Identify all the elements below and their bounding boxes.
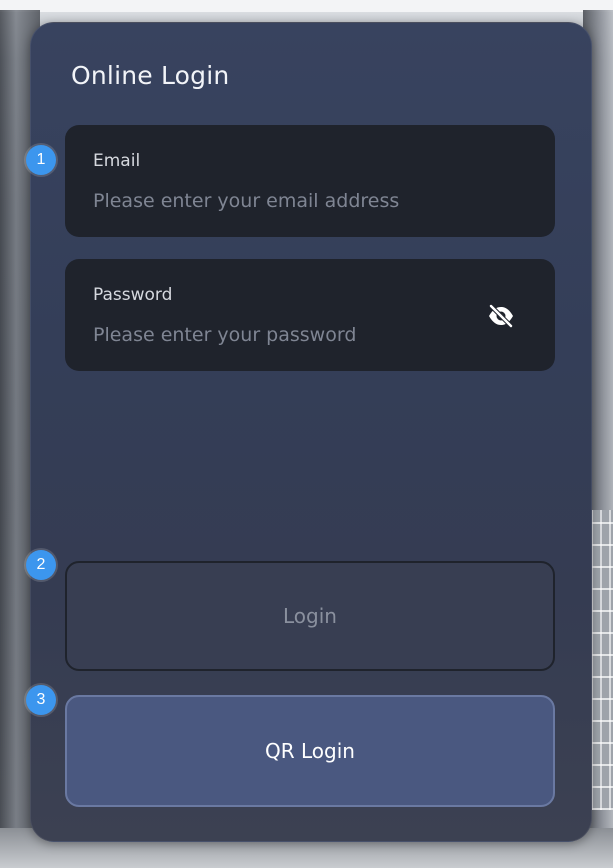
- login-button[interactable]: Login: [65, 561, 555, 671]
- login-panel: Online Login Email Password Login QR: [30, 22, 592, 842]
- email-label: Email: [93, 151, 141, 171]
- password-label: Password: [93, 285, 173, 305]
- qr-login-button-label: QR Login: [265, 739, 355, 763]
- annotation-marker-1: 1: [26, 145, 56, 175]
- eye-slash-icon[interactable]: [487, 303, 515, 329]
- background-ceiling: [0, 0, 613, 12]
- password-input[interactable]: [93, 319, 473, 351]
- background-wire-rack: [591, 510, 613, 810]
- email-field[interactable]: Email: [65, 125, 555, 237]
- panel-title: Online Login: [71, 61, 230, 90]
- annotation-marker-3: 3: [26, 685, 56, 715]
- email-input[interactable]: [93, 185, 473, 217]
- login-button-label: Login: [283, 604, 337, 628]
- qr-login-button[interactable]: QR Login: [65, 695, 555, 807]
- screen: Online Login Email Password Login QR: [0, 0, 613, 868]
- annotation-marker-2: 2: [26, 550, 56, 580]
- password-field[interactable]: Password: [65, 259, 555, 371]
